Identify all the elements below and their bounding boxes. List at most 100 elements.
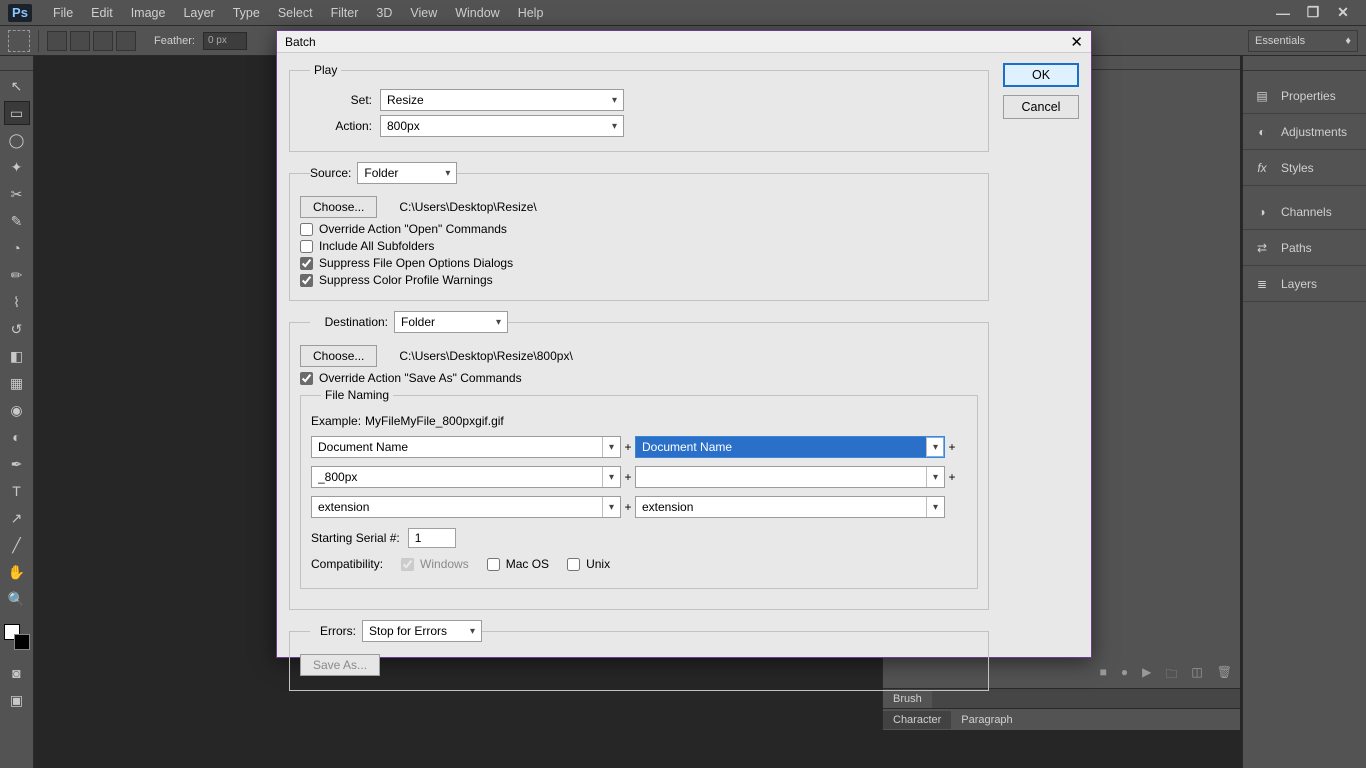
compat-unix-checkbox[interactable]: Unix bbox=[567, 557, 610, 571]
close-button[interactable]: ✕ bbox=[1328, 3, 1358, 23]
menu-3d[interactable]: 3D bbox=[367, 2, 401, 24]
eyedropper-tool-icon[interactable]: ✎ bbox=[4, 209, 30, 233]
play-icon[interactable]: ▶ bbox=[1142, 665, 1151, 686]
chevron-down-icon[interactable]: ▾ bbox=[926, 467, 944, 487]
history-brush-tool-icon[interactable]: ↺ bbox=[4, 317, 30, 341]
path-select-tool-icon[interactable]: ↗ bbox=[4, 506, 30, 530]
suppress-open-checkbox[interactable]: Suppress File Open Options Dialogs bbox=[300, 256, 978, 270]
magic-wand-tool-icon[interactable]: ✦ bbox=[4, 155, 30, 179]
suppress-color-checkbox[interactable]: Suppress Color Profile Warnings bbox=[300, 273, 978, 287]
dialog-title-bar[interactable]: Batch ✕ bbox=[277, 31, 1091, 53]
plus-icon: + bbox=[621, 440, 635, 454]
naming-field-2-input[interactable] bbox=[636, 437, 926, 457]
menu-select[interactable]: Select bbox=[269, 2, 322, 24]
record-icon[interactable]: ● bbox=[1121, 665, 1128, 686]
cancel-button[interactable]: Cancel bbox=[1003, 95, 1079, 119]
menu-help[interactable]: Help bbox=[509, 2, 553, 24]
selection-mode-new[interactable] bbox=[47, 31, 67, 51]
feather-input[interactable] bbox=[203, 32, 247, 50]
menu-layer[interactable]: Layer bbox=[174, 2, 223, 24]
naming-field-1[interactable]: ▾ bbox=[311, 436, 621, 458]
lasso-tool-icon[interactable]: ◯ bbox=[4, 128, 30, 152]
chevron-down-icon[interactable]: ▾ bbox=[602, 497, 620, 517]
rail-styles[interactable]: fxStyles bbox=[1243, 150, 1366, 186]
new-icon[interactable]: ◫ bbox=[1191, 665, 1202, 686]
background-swatch[interactable] bbox=[14, 634, 30, 650]
crop-tool-icon[interactable]: ✂ bbox=[4, 182, 30, 206]
menu-window[interactable]: Window bbox=[446, 2, 508, 24]
override-saveas-checkbox[interactable]: Override Action "Save As" Commands bbox=[300, 371, 978, 385]
healing-brush-tool-icon[interactable]: ◔ bbox=[4, 236, 30, 260]
hand-tool-icon[interactable]: ✋ bbox=[4, 560, 30, 584]
naming-field-5[interactable]: ▾ bbox=[311, 496, 621, 518]
source-choose-button[interactable]: Choose... bbox=[300, 196, 377, 218]
naming-field-3[interactable]: ▾ bbox=[311, 466, 621, 488]
line-tool-icon[interactable]: ╱ bbox=[4, 533, 30, 557]
selection-mode-subtract[interactable] bbox=[93, 31, 113, 51]
override-open-checkbox[interactable]: Override Action "Open" Commands bbox=[300, 222, 978, 236]
include-subfolders-label: Include All Subfolders bbox=[319, 239, 434, 253]
rail-paths[interactable]: ⇄Paths bbox=[1243, 230, 1366, 266]
naming-field-4-input[interactable] bbox=[636, 467, 926, 487]
naming-field-2[interactable]: ▾ bbox=[635, 436, 945, 458]
minimize-button[interactable]: — bbox=[1268, 3, 1298, 23]
destination-choose-button[interactable]: Choose... bbox=[300, 345, 377, 367]
menu-edit[interactable]: Edit bbox=[82, 2, 122, 24]
menu-filter[interactable]: Filter bbox=[322, 2, 368, 24]
naming-field-6-input[interactable] bbox=[636, 497, 926, 517]
menu-image[interactable]: Image bbox=[122, 2, 175, 24]
selection-mode-intersect[interactable] bbox=[116, 31, 136, 51]
chevron-down-icon[interactable]: ▾ bbox=[926, 437, 944, 457]
marquee-tool-icon[interactable]: ▭ bbox=[4, 101, 30, 125]
source-select[interactable]: Folder▾ bbox=[357, 162, 457, 184]
selection-mode-add[interactable] bbox=[70, 31, 90, 51]
naming-field-3-input[interactable] bbox=[312, 467, 602, 487]
set-select[interactable]: Resize▾ bbox=[380, 89, 624, 111]
restore-button[interactable]: ❐ bbox=[1298, 3, 1328, 23]
menu-view[interactable]: View bbox=[401, 2, 446, 24]
naming-field-4[interactable]: ▾ bbox=[635, 466, 945, 488]
eraser-tool-icon[interactable]: ◧ bbox=[4, 344, 30, 368]
dodge-tool-icon[interactable]: ◐ bbox=[4, 425, 30, 449]
color-swatches[interactable] bbox=[4, 624, 30, 650]
chevron-down-icon[interactable]: ▾ bbox=[926, 497, 944, 517]
quickmask-icon[interactable]: ◙ bbox=[4, 661, 30, 685]
naming-field-5-input[interactable] bbox=[312, 497, 602, 517]
move-tool-icon[interactable]: ↖ bbox=[4, 74, 30, 98]
type-tool-icon[interactable]: T bbox=[4, 479, 30, 503]
dialog-close-icon[interactable]: ✕ bbox=[1070, 33, 1083, 51]
gradient-tool-icon[interactable]: ▦ bbox=[4, 371, 30, 395]
ok-button[interactable]: OK bbox=[1003, 63, 1079, 87]
folder-icon[interactable]: 🗀 bbox=[1165, 665, 1177, 686]
clone-stamp-tool-icon[interactable]: ⌇ bbox=[4, 290, 30, 314]
chevron-down-icon[interactable]: ▾ bbox=[602, 437, 620, 457]
trash-icon[interactable]: 🗑 bbox=[1217, 665, 1232, 686]
menu-file[interactable]: File bbox=[44, 2, 82, 24]
workspace-switcher[interactable]: Essentials ♦ bbox=[1248, 30, 1358, 52]
rail-adjustments[interactable]: ◐Adjustments bbox=[1243, 114, 1366, 150]
rail-properties[interactable]: ▤Properties bbox=[1243, 78, 1366, 114]
zoom-tool-icon[interactable]: 🔍 bbox=[4, 587, 30, 611]
include-subfolders-checkbox[interactable]: Include All Subfolders bbox=[300, 239, 978, 253]
naming-field-6[interactable]: ▾ bbox=[635, 496, 945, 518]
chevron-down-icon[interactable]: ▾ bbox=[602, 467, 620, 487]
pen-tool-icon[interactable]: ✒ bbox=[4, 452, 30, 476]
override-open-label: Override Action "Open" Commands bbox=[319, 222, 507, 236]
tab-paragraph[interactable]: Paragraph bbox=[951, 711, 1022, 729]
screenmode-icon[interactable]: ▣ bbox=[4, 688, 30, 712]
tab-character[interactable]: Character bbox=[883, 711, 951, 729]
brush-tool-icon[interactable]: ✏ bbox=[4, 263, 30, 287]
compat-mac-checkbox[interactable]: Mac OS bbox=[487, 557, 549, 571]
file-naming-legend: File Naming bbox=[321, 388, 393, 402]
active-tool-preview-icon[interactable] bbox=[8, 30, 30, 52]
stop-icon[interactable]: ■ bbox=[1100, 665, 1107, 686]
errors-select[interactable]: Stop for Errors▾ bbox=[362, 620, 482, 642]
serial-input[interactable] bbox=[408, 528, 456, 548]
action-select[interactable]: 800px▾ bbox=[380, 115, 624, 137]
menu-type[interactable]: Type bbox=[224, 2, 269, 24]
rail-channels[interactable]: ◑Channels bbox=[1243, 194, 1366, 230]
rail-layers[interactable]: ≣Layers bbox=[1243, 266, 1366, 302]
naming-field-1-input[interactable] bbox=[312, 437, 602, 457]
destination-select[interactable]: Folder▾ bbox=[394, 311, 508, 333]
blur-tool-icon[interactable]: ◉ bbox=[4, 398, 30, 422]
